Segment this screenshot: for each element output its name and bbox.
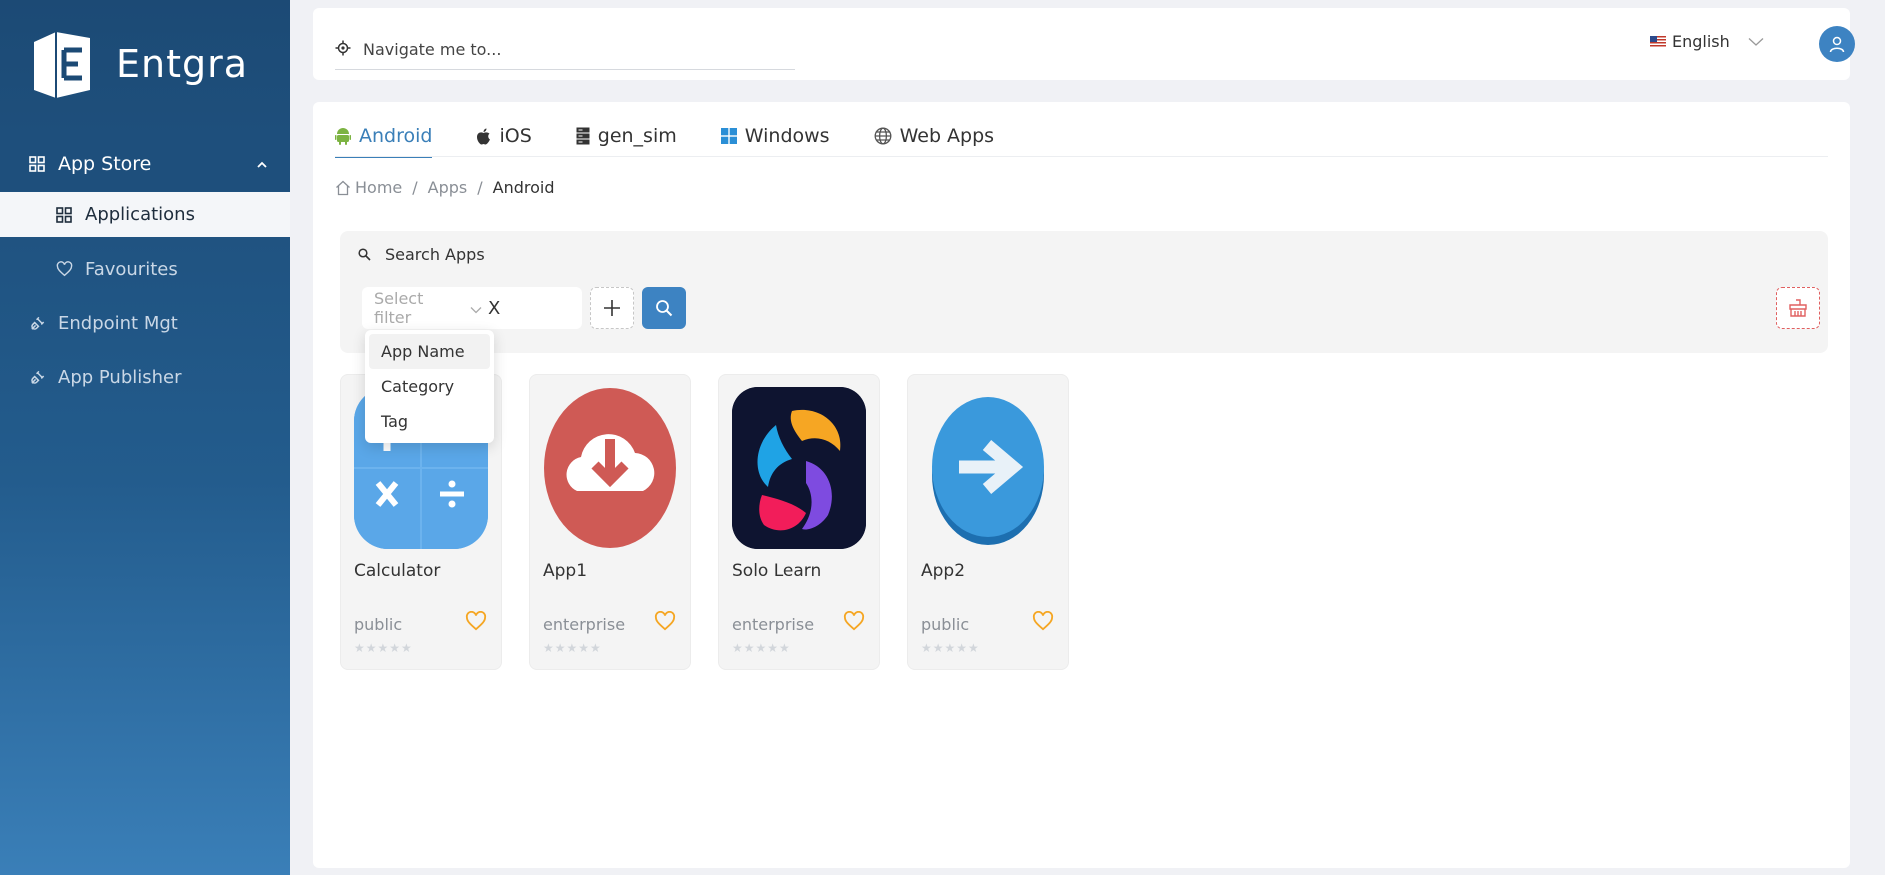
- app-type: public: [921, 615, 970, 634]
- grid-icon: [55, 206, 73, 224]
- favourite-heart-icon[interactable]: [654, 610, 676, 635]
- favourite-heart-icon[interactable]: [843, 610, 865, 635]
- sidebar-item-label: Applications: [85, 204, 195, 225]
- filter-dropdown: App Name Category Tag: [365, 330, 494, 443]
- app-type: enterprise: [732, 615, 815, 634]
- app-name: Solo Learn: [732, 561, 822, 581]
- tabs-divider: [335, 156, 1828, 157]
- filter-option-category[interactable]: Category: [369, 369, 490, 404]
- breadcrumb-separator: /: [477, 178, 483, 197]
- tab-label: Android: [359, 125, 433, 147]
- search-panel: Search Apps Select filter X: [340, 231, 1828, 353]
- main-panel: Android iOS gen_sim Windows Web Apps Hom…: [313, 102, 1850, 868]
- heart-icon: [55, 260, 73, 278]
- entgra-logo-icon: [34, 32, 90, 98]
- plug-icon: [28, 314, 46, 332]
- filter-row: Select filter X: [362, 287, 582, 329]
- sidebar-item-label: Favourites: [85, 258, 178, 280]
- cloud-download-app-icon: [543, 387, 677, 549]
- breadcrumb-separator: /: [412, 178, 418, 197]
- user-icon: [1829, 36, 1845, 53]
- top-header: English: [313, 8, 1855, 80]
- sidebar-group-label: App Store: [58, 153, 152, 175]
- rating-stars: ★★★★★: [921, 641, 980, 655]
- plus-icon: [604, 300, 620, 316]
- app-type: public: [354, 615, 403, 634]
- app-name: App2: [921, 561, 966, 581]
- user-avatar[interactable]: [1819, 26, 1855, 62]
- sidebar-item-label: Endpoint Mgt: [58, 312, 178, 334]
- sidebar-item-favourites[interactable]: Favourites: [0, 246, 290, 292]
- filter-select-placeholder: Select filter: [374, 289, 424, 327]
- app-card-app2[interactable]: App2 public ★★★★★: [907, 374, 1069, 670]
- search-icon: [358, 248, 371, 261]
- tab-ios[interactable]: iOS: [476, 116, 532, 156]
- favourite-heart-icon[interactable]: [1032, 610, 1054, 635]
- globe-icon: [874, 127, 892, 145]
- locate-icon: [335, 40, 351, 60]
- favourite-heart-icon[interactable]: [465, 610, 487, 635]
- search-title-label: Search Apps: [385, 245, 485, 264]
- sidebar-item-applications[interactable]: Applications: [0, 192, 290, 237]
- breadcrumb-apps[interactable]: Apps: [428, 178, 468, 197]
- tab-android[interactable]: Android: [335, 116, 433, 158]
- grid-icon: [28, 155, 46, 173]
- rating-stars: ★★★★★: [543, 641, 602, 655]
- chevron-up-icon: [256, 154, 268, 176]
- app-card-solo-learn[interactable]: Solo Learn enterprise ★★★★★: [718, 374, 880, 670]
- app-name: App1: [543, 561, 588, 581]
- app-card-app1[interactable]: App1 enterprise ★★★★★: [529, 374, 691, 670]
- breadcrumb-current: Android: [492, 178, 555, 197]
- home-icon: [335, 180, 351, 196]
- tab-web-apps[interactable]: Web Apps: [874, 116, 994, 156]
- app-type: enterprise: [543, 615, 626, 634]
- clear-filters-button[interactable]: [1776, 287, 1820, 329]
- breadcrumb: Home / Apps / Android: [335, 178, 554, 197]
- rating-stars: ★★★★★: [354, 641, 413, 655]
- add-filter-button[interactable]: [590, 287, 634, 329]
- filter-value-input[interactable]: X: [482, 298, 500, 319]
- sidebar-item-label: App Publisher: [58, 366, 182, 388]
- platform-tabs: Android iOS gen_sim Windows Web Apps: [335, 116, 1038, 158]
- navigate-input[interactable]: [363, 40, 763, 59]
- us-flag-icon: [1650, 36, 1666, 47]
- tab-windows[interactable]: Windows: [720, 116, 830, 156]
- language-selector[interactable]: English: [1650, 32, 1764, 51]
- tab-label: gen_sim: [597, 125, 677, 147]
- breadcrumb-home[interactable]: Home: [355, 178, 402, 197]
- search-title: Search Apps: [358, 245, 485, 264]
- filter-option-tag[interactable]: Tag: [369, 404, 490, 439]
- brand-logo[interactable]: Entgra: [30, 28, 248, 100]
- plug-icon: [28, 368, 46, 386]
- apple-icon: [476, 128, 491, 145]
- tab-label: iOS: [499, 125, 532, 147]
- chevron-down-icon: [1748, 32, 1764, 51]
- android-icon: [335, 127, 351, 145]
- filter-select[interactable]: Select filter: [362, 289, 482, 327]
- sidebar-group-app-store[interactable]: App Store: [0, 137, 290, 191]
- sidebar-item-app-publisher[interactable]: App Publisher: [0, 354, 290, 400]
- server-icon: [576, 127, 590, 145]
- sidebar-item-endpoint-mgt[interactable]: Endpoint Mgt: [0, 300, 290, 346]
- chevron-down-icon: [470, 299, 482, 318]
- brand-name: Entgra: [116, 42, 249, 86]
- search-icon: [656, 300, 673, 317]
- broom-icon: [1789, 299, 1807, 317]
- sidebar: Entgra App Store Applications Favourites…: [0, 0, 290, 875]
- filter-option-app-name[interactable]: App Name: [369, 334, 490, 369]
- search-button[interactable]: [642, 287, 686, 329]
- tab-label: Web Apps: [899, 125, 995, 147]
- navigate-search: [335, 30, 795, 70]
- tab-label: Windows: [744, 125, 830, 147]
- tab-gen-sim[interactable]: gen_sim: [576, 116, 677, 156]
- arrow-right-app-icon: [921, 387, 1055, 549]
- rating-stars: ★★★★★: [732, 641, 791, 655]
- app-name: Calculator: [354, 561, 441, 581]
- language-label: English: [1672, 32, 1730, 51]
- solo-learn-app-icon: [732, 387, 866, 549]
- windows-icon: [720, 128, 737, 144]
